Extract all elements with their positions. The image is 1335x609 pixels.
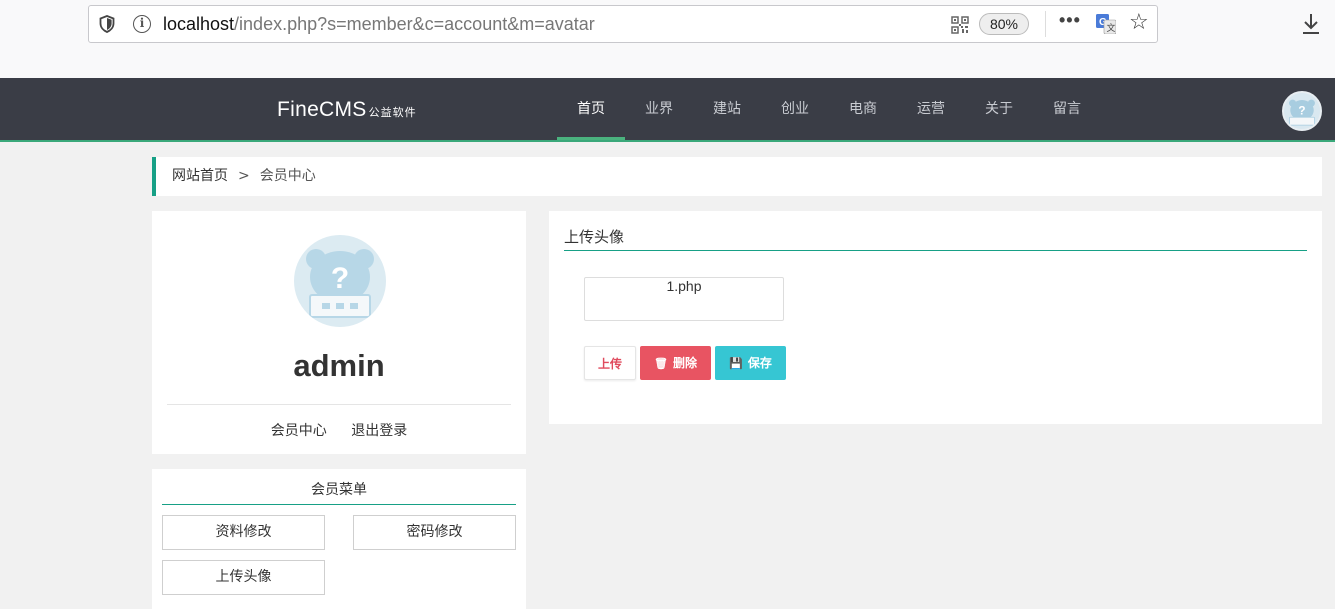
logo-subtitle: 公益软件 [368, 107, 417, 119]
url-host: localhost [163, 14, 235, 34]
browser-toolbar: i localhost/index.php?s=member&c=account… [0, 0, 1335, 78]
profile-username: admin [293, 348, 385, 383]
nav-item-startup[interactable]: 创业 [761, 78, 829, 140]
logo-text: FineCMS [277, 98, 367, 121]
avatar-placeholder-icon: ? [1284, 93, 1320, 129]
nav-item-industry[interactable]: 业界 [625, 78, 693, 140]
qr-code-icon[interactable] [951, 16, 969, 34]
nav-item-message[interactable]: 留言 [1033, 78, 1101, 140]
file-name-field[interactable]: 1.php [584, 277, 784, 321]
zoom-indicator[interactable]: 80% [979, 13, 1029, 35]
site-header: FineCMS 公益软件 首页 业界 建站 创业 电商 运营 关于 留言 ? [0, 78, 1335, 142]
more-actions-icon[interactable]: ••• [1059, 10, 1081, 31]
panel-title: 上传头像 [564, 226, 1307, 251]
breadcrumb-current: 会员中心 [259, 168, 316, 184]
breadcrumb-home[interactable]: 网站首页 [172, 168, 228, 184]
url-path: /index.php?s=member&c=account&m=avatar [234, 14, 595, 34]
nav-item-ecommerce[interactable]: 电商 [829, 78, 897, 140]
nav-item-home[interactable]: 首页 [557, 78, 625, 140]
nav-item-operations[interactable]: 运营 [897, 78, 965, 140]
svg-text:?: ? [331, 262, 349, 295]
profile-avatar: ? [294, 235, 386, 327]
profile-links: 会员中心 退出登录 [152, 420, 526, 440]
translate-icon[interactable]: G 文 [1096, 14, 1116, 34]
save-button[interactable]: 💾 保存 [715, 346, 786, 380]
member-menu-title: 会员菜单 [162, 479, 516, 505]
profile-divider [167, 404, 511, 405]
svg-text:?: ? [1298, 105, 1305, 118]
site-logo[interactable]: FineCMS 公益软件 [277, 98, 417, 122]
avatar-placeholder-icon: ? [294, 235, 386, 327]
change-password-button[interactable]: 密码修改 [353, 515, 516, 550]
edit-profile-button[interactable]: 资料修改 [162, 515, 325, 550]
nav-item-about[interactable]: 关于 [965, 78, 1033, 140]
address-bar[interactable]: i localhost/index.php?s=member&c=account… [88, 5, 1158, 43]
member-center-link[interactable]: 会员中心 [271, 423, 327, 439]
bookmark-star-icon[interactable]: ☆ [1129, 12, 1149, 34]
breadcrumb: 网站首页 > 会员中心 [152, 157, 1322, 196]
trash-icon: 🗑 [654, 357, 668, 370]
nav-item-website[interactable]: 建站 [693, 78, 761, 140]
header-avatar[interactable]: ? [1282, 91, 1322, 131]
upload-avatar-panel: 上传头像 1.php 上传 🗑 删除 💾 保存 [549, 211, 1322, 424]
shield-icon[interactable] [99, 15, 115, 33]
site-info-icon[interactable]: i [133, 15, 151, 33]
floppy-disk-icon: 💾 [729, 357, 743, 370]
url-text[interactable]: localhost/index.php?s=member&c=account&m… [163, 14, 595, 35]
upload-avatar-menu-button[interactable]: 上传头像 [162, 560, 325, 595]
save-label: 保存 [747, 356, 772, 370]
svg-text:文: 文 [1107, 22, 1116, 34]
logout-link[interactable]: 退出登录 [351, 423, 407, 439]
profile-card: ? admin 会员中心 退出登录 [152, 211, 526, 454]
download-icon[interactable] [1300, 12, 1322, 36]
upload-button[interactable]: 上传 [584, 346, 636, 380]
member-menu: 会员菜单 资料修改 密码修改 上传头像 [152, 469, 526, 609]
toolbar-divider [1045, 11, 1046, 37]
delete-button[interactable]: 🗑 删除 [640, 346, 711, 380]
breadcrumb-separator: > [238, 168, 250, 184]
delete-label: 删除 [672, 356, 697, 370]
main-nav: 首页 业界 建站 创业 电商 运营 关于 留言 [557, 78, 1101, 140]
